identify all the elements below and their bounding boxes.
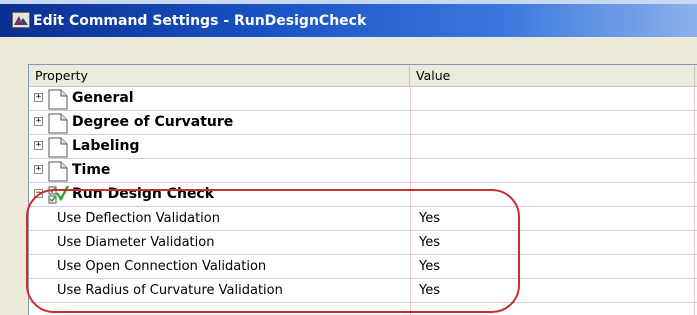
category-label: Labeling bbox=[72, 138, 140, 154]
property-row[interactable]: Use Deflection Validation Yes bbox=[29, 207, 697, 231]
page-icon bbox=[47, 160, 69, 182]
property-value[interactable]: Yes bbox=[419, 255, 440, 278]
category-label: Time bbox=[72, 162, 111, 178]
expand-icon[interactable]: + bbox=[34, 165, 43, 174]
title-bar[interactable]: Edit Command Settings - RunDesignCheck bbox=[0, 0, 697, 37]
expand-icon[interactable]: + bbox=[34, 93, 43, 102]
category-row-time[interactable]: + Time bbox=[29, 159, 697, 183]
collapse-icon[interactable]: − bbox=[34, 189, 43, 198]
page-icon bbox=[47, 112, 69, 134]
page-icon bbox=[47, 136, 69, 158]
grid-header: Property Value bbox=[29, 65, 697, 87]
property-value[interactable]: Yes bbox=[419, 207, 440, 230]
expand-icon[interactable]: + bbox=[34, 141, 43, 150]
column-header-value[interactable]: Value bbox=[410, 65, 695, 86]
category-row-labeling[interactable]: + Labeling bbox=[29, 135, 697, 159]
expand-icon[interactable]: + bbox=[34, 117, 43, 126]
category-label: General bbox=[72, 90, 134, 106]
property-row-partial bbox=[29, 303, 697, 315]
app-icon[interactable] bbox=[12, 12, 30, 28]
property-row[interactable]: Use Radius of Curvature Validation Yes bbox=[29, 279, 697, 303]
property-row[interactable]: Use Diameter Validation Yes bbox=[29, 231, 697, 255]
column-header-property[interactable]: Property bbox=[29, 65, 410, 86]
category-row-run-design-check[interactable]: − Run Design Check bbox=[29, 183, 697, 207]
property-value[interactable]: Yes bbox=[419, 279, 440, 302]
property-value[interactable]: Yes bbox=[419, 231, 440, 254]
page-icon bbox=[47, 88, 69, 110]
property-name: Use Deflection Validation bbox=[57, 211, 220, 226]
property-name: Use Radius of Curvature Validation bbox=[57, 283, 283, 298]
window-title: Edit Command Settings - RunDesignCheck bbox=[33, 13, 367, 29]
category-label: Run Design Check bbox=[72, 186, 215, 202]
property-name: Use Open Connection Validation bbox=[57, 259, 267, 274]
property-row[interactable]: Use Open Connection Validation Yes bbox=[29, 255, 697, 279]
property-grid[interactable]: Property Value + General + Degree of Cur… bbox=[28, 64, 697, 315]
category-row-degree-of-curvature[interactable]: + Degree of Curvature bbox=[29, 111, 697, 135]
category-row-general[interactable]: + General bbox=[29, 87, 697, 111]
category-label: Degree of Curvature bbox=[72, 114, 234, 130]
property-name: Use Diameter Validation bbox=[57, 235, 215, 250]
checklist-icon bbox=[47, 184, 69, 206]
